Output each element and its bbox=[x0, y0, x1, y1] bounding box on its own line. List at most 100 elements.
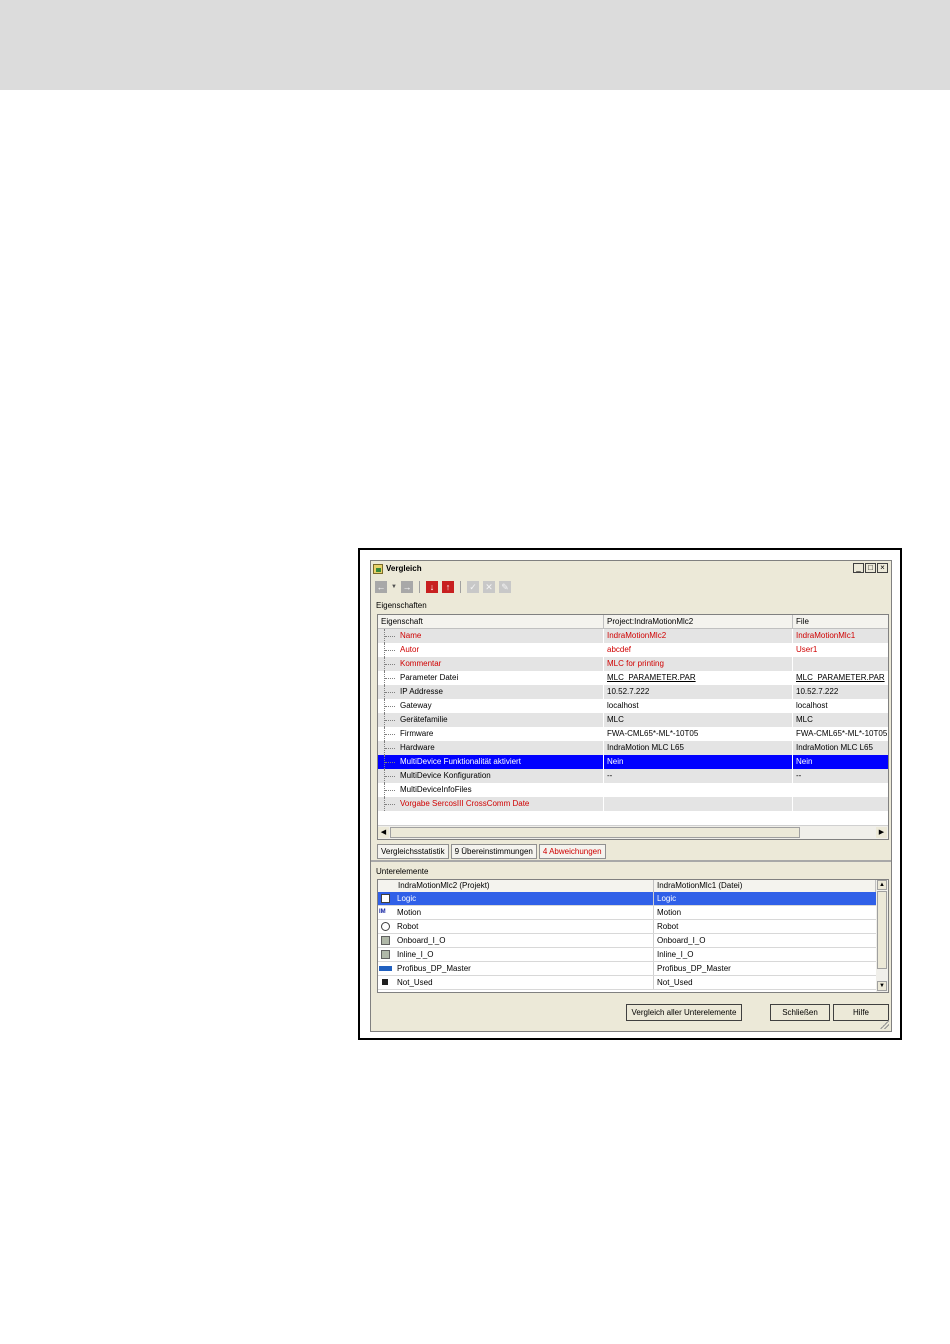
list-item[interactable]: Profibus_DP_Master Profibus_DP_Master bbox=[378, 962, 876, 976]
column-header-file[interactable]: IndraMotionMlc1 (Datei) bbox=[654, 880, 876, 892]
subelement-project: Not_Used bbox=[394, 976, 654, 989]
list-item-selected[interactable]: Logic Logic bbox=[378, 892, 876, 906]
project-value: -- bbox=[604, 769, 793, 783]
x-icon[interactable]: ✕ bbox=[483, 581, 495, 593]
header-band bbox=[0, 0, 950, 90]
compare-all-button[interactable]: Vergleich aller Unterelemente bbox=[626, 1004, 742, 1021]
property-name: IP Addresse bbox=[400, 687, 443, 696]
property-name: Autor bbox=[400, 645, 420, 654]
chevron-down-icon[interactable]: ▼ bbox=[391, 584, 397, 590]
property-name: Parameter Datei bbox=[400, 673, 459, 682]
table-row[interactable]: MultiDevice Konfiguration -- -- bbox=[378, 769, 888, 783]
vertical-scrollbar[interactable]: ▲ ▼ bbox=[876, 880, 888, 992]
table-row[interactable]: IP Addresse 10.52.7.222 10.52.7.222 bbox=[378, 685, 888, 699]
subelement-file: Profibus_DP_Master bbox=[657, 964, 731, 973]
list-item[interactable]: Inline_I_O Inline_I_O bbox=[378, 948, 876, 962]
property-name: Firmware bbox=[400, 729, 434, 738]
table-row[interactable]: MultiDeviceInfoFiles bbox=[378, 783, 888, 797]
project-value: IndraMotionMlc2 bbox=[604, 629, 793, 643]
file-value: -- bbox=[793, 769, 888, 783]
subelement-project: Robot bbox=[394, 920, 654, 933]
scroll-right-icon[interactable]: ▶ bbox=[876, 827, 887, 838]
scroll-up-icon[interactable]: ▲ bbox=[877, 880, 887, 890]
property-name: MultiDevice Funktionalität aktiviert bbox=[400, 757, 521, 766]
table-row[interactable]: Name IndraMotionMlc2 IndraMotionMlc1 bbox=[378, 629, 888, 643]
scroll-left-icon[interactable]: ◀ bbox=[378, 827, 389, 838]
check-icon[interactable]: ✓ bbox=[467, 581, 479, 593]
subelement-file: Robot bbox=[657, 922, 679, 931]
table-row[interactable]: Firmware FWA-CML65*-ML*-10T05 FWA-CML65*… bbox=[378, 727, 888, 741]
subelement-file: Inline_I_O bbox=[657, 950, 694, 959]
scroll-down-icon[interactable]: ▼ bbox=[877, 981, 887, 991]
properties-header: Eigenschaft Project:IndraMotionMlc2 File bbox=[378, 615, 888, 629]
maximize-button[interactable]: □ bbox=[865, 563, 876, 573]
matches-count: 9 Übereinstimmungen bbox=[450, 844, 537, 859]
im-icon: IM bbox=[379, 909, 386, 915]
close-window-button[interactable]: × bbox=[877, 563, 888, 573]
help-button[interactable]: Hilfe bbox=[833, 1004, 889, 1021]
list-item[interactable]: Onboard_I_O Onboard_I_O bbox=[378, 934, 876, 948]
property-name: MultiDevice Konfiguration bbox=[400, 771, 491, 780]
toolbar-separator bbox=[419, 581, 420, 593]
subelements-table: IndraMotionMlc2 (Projekt) IndraMotionMlc… bbox=[377, 879, 889, 993]
table-row[interactable]: Parameter Datei MLC_PARAMETER.PAR MLC_PA… bbox=[378, 671, 888, 685]
arrow-left-icon[interactable]: ← bbox=[375, 581, 387, 593]
property-name: Vorgabe SercosIII CrossComm Date bbox=[400, 799, 530, 808]
close-button[interactable]: Schließen bbox=[770, 1004, 830, 1021]
subelement-file: Not_Used bbox=[657, 978, 693, 987]
file-value: IndraMotion MLC L65 bbox=[793, 741, 888, 755]
project-value: localhost bbox=[604, 699, 793, 713]
compare-dialog: Vergleich _ □ × ← ▼ → ↓ ↑ ✓ ✕ ✎ Eigensch… bbox=[370, 560, 892, 1032]
resize-grip-icon[interactable] bbox=[880, 1020, 889, 1029]
scroll-thumb[interactable] bbox=[390, 827, 800, 838]
toolbar: ← ▼ → ↓ ↑ ✓ ✕ ✎ bbox=[375, 580, 511, 594]
file-value: 10.52.7.222 bbox=[793, 685, 888, 699]
arrow-up-icon[interactable]: ↑ bbox=[442, 581, 454, 593]
file-value: IndraMotionMlc1 bbox=[793, 629, 888, 643]
screenshot-frame: Vergleich _ □ × ← ▼ → ↓ ↑ ✓ ✕ ✎ Eigensch… bbox=[358, 548, 902, 1040]
file-value bbox=[793, 657, 888, 671]
table-row[interactable]: Hardware IndraMotion MLC L65 IndraMotion… bbox=[378, 741, 888, 755]
minimize-button[interactable]: _ bbox=[853, 563, 864, 573]
subelement-project: Motion bbox=[394, 906, 654, 919]
table-row-selected[interactable]: MultiDevice Funktionalität aktiviert Nei… bbox=[378, 755, 888, 769]
project-value: MLC for printing bbox=[604, 657, 793, 671]
subelement-project: Onboard_I_O bbox=[394, 934, 654, 947]
properties-group-label: Eigenschaften bbox=[376, 601, 427, 610]
properties-table: Eigenschaft Project:IndraMotionMlc2 File… bbox=[377, 614, 889, 840]
column-header-property[interactable]: Eigenschaft bbox=[378, 615, 604, 628]
table-row[interactable]: Gateway localhost localhost bbox=[378, 699, 888, 713]
differences-count: 4 Abweichungen bbox=[538, 844, 606, 859]
column-header-project[interactable]: Project:IndraMotionMlc2 bbox=[604, 615, 793, 628]
list-item[interactable]: Robot Robot bbox=[378, 920, 876, 934]
splitter[interactable] bbox=[371, 860, 891, 862]
table-row[interactable]: Gerätefamilie MLC MLC bbox=[378, 713, 888, 727]
property-name: Kommentar bbox=[400, 659, 442, 668]
project-value: Nein bbox=[604, 755, 793, 769]
scroll-thumb[interactable] bbox=[877, 891, 887, 969]
file-value: localhost bbox=[793, 699, 888, 713]
subelement-project: Profibus_DP_Master bbox=[394, 962, 654, 975]
title-bar[interactable]: Vergleich _ □ × bbox=[371, 561, 891, 576]
property-name: Name bbox=[400, 631, 422, 640]
subelement-project: Inline_I_O bbox=[394, 948, 654, 961]
table-row[interactable]: Kommentar MLC for printing bbox=[378, 657, 888, 671]
column-header-project[interactable]: IndraMotionMlc2 (Projekt) bbox=[378, 880, 654, 892]
subelement-file: Motion bbox=[657, 908, 682, 917]
arrow-right-icon[interactable]: → bbox=[401, 581, 413, 593]
list-item[interactable]: Not_Used Not_Used bbox=[378, 976, 876, 990]
file-value: MLC_PARAMETER.PAR bbox=[793, 671, 888, 685]
table-row[interactable]: Vorgabe SercosIII CrossComm Date bbox=[378, 797, 888, 811]
wrench-icon[interactable]: ✎ bbox=[499, 581, 511, 593]
arrow-down-icon[interactable]: ↓ bbox=[426, 581, 438, 593]
toolbar-separator bbox=[460, 581, 461, 593]
list-item[interactable]: IM Motion Motion bbox=[378, 906, 876, 920]
project-value: 10.52.7.222 bbox=[604, 685, 793, 699]
column-header-file[interactable]: File bbox=[793, 615, 888, 628]
horizontal-scrollbar[interactable]: ◀ ▶ bbox=[378, 825, 888, 839]
app-icon bbox=[373, 563, 383, 574]
document-icon bbox=[381, 894, 390, 903]
table-row[interactable]: Autor abcdef User1 bbox=[378, 643, 888, 657]
statistics-label: Vergleichsstatistik bbox=[377, 844, 449, 859]
subelement-file: Logic bbox=[657, 894, 677, 903]
